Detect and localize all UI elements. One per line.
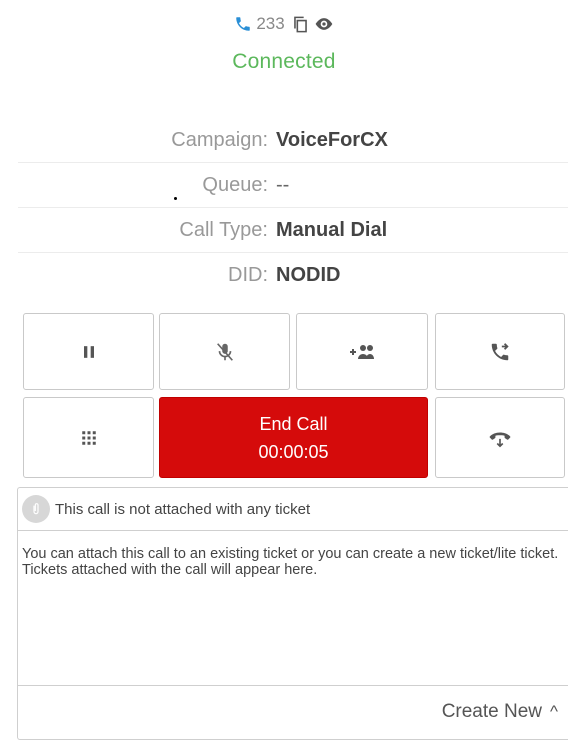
end-call-button[interactable]: End Call 00:00:05 (159, 397, 428, 478)
dialpad-button[interactable] (23, 397, 154, 478)
mute-button[interactable] (159, 313, 290, 390)
eye-icon[interactable] (314, 14, 334, 34)
create-new-button[interactable]: Create New ^ (442, 701, 558, 723)
hold-call-button[interactable] (435, 397, 565, 478)
ticket-description: You can attach this call to an existing … (18, 531, 568, 686)
did-value: NODID (276, 264, 341, 286)
extension-number: 233 (256, 14, 285, 33)
ticket-header: This call is not attached with any ticke… (18, 488, 568, 531)
add-participant-button[interactable] (296, 313, 428, 390)
call-header: 233 Connected (0, 10, 568, 74)
call-type-value: Manual Dial (276, 218, 388, 241)
ticket-status-text: This call is not attached with any ticke… (55, 500, 311, 518)
add-participant-icon (350, 344, 374, 359)
queue-label: Queue: (202, 173, 268, 196)
pause-button[interactable] (23, 313, 154, 390)
did-row: DID: NODID (18, 253, 568, 298)
connection-status: Connected (232, 50, 336, 73)
hold-call-icon (489, 432, 511, 447)
ticket-panel: This call is not attached with any ticke… (17, 487, 568, 740)
create-new-label: Create New (441, 701, 543, 722)
call-type-row: Call Type: Manual Dial (18, 208, 568, 253)
call-timer: 00:00:05 (258, 441, 329, 462)
pause-icon (83, 345, 94, 358)
queue-value: -- (276, 173, 290, 196)
campaign-row: Campaign: VoiceForCX (18, 118, 568, 163)
copy-icon[interactable] (291, 15, 310, 34)
mute-mic-icon (216, 342, 233, 361)
campaign-value: VoiceForCX (276, 128, 388, 151)
transfer-call-icon (491, 342, 509, 360)
phone-icon (236, 17, 251, 31)
call-type-label: Call Type: (179, 218, 268, 241)
dialpad-icon (81, 430, 96, 445)
paperclip-icon (22, 495, 50, 523)
call-info-panel: Campaign: VoiceForCX Queue: -- Call Type… (18, 118, 568, 298)
extension-row: 233 (0, 10, 568, 38)
transfer-call-button[interactable] (435, 313, 565, 390)
queue-row: Queue: -- (18, 163, 568, 208)
campaign-label: Campaign: (171, 128, 268, 151)
ticket-footer: Create New ^ (18, 686, 568, 738)
did-label: DID: (228, 264, 268, 286)
end-call-label: End Call (259, 413, 328, 434)
chevron-up-icon: ^ (550, 702, 558, 721)
stray-dot (174, 197, 177, 200)
